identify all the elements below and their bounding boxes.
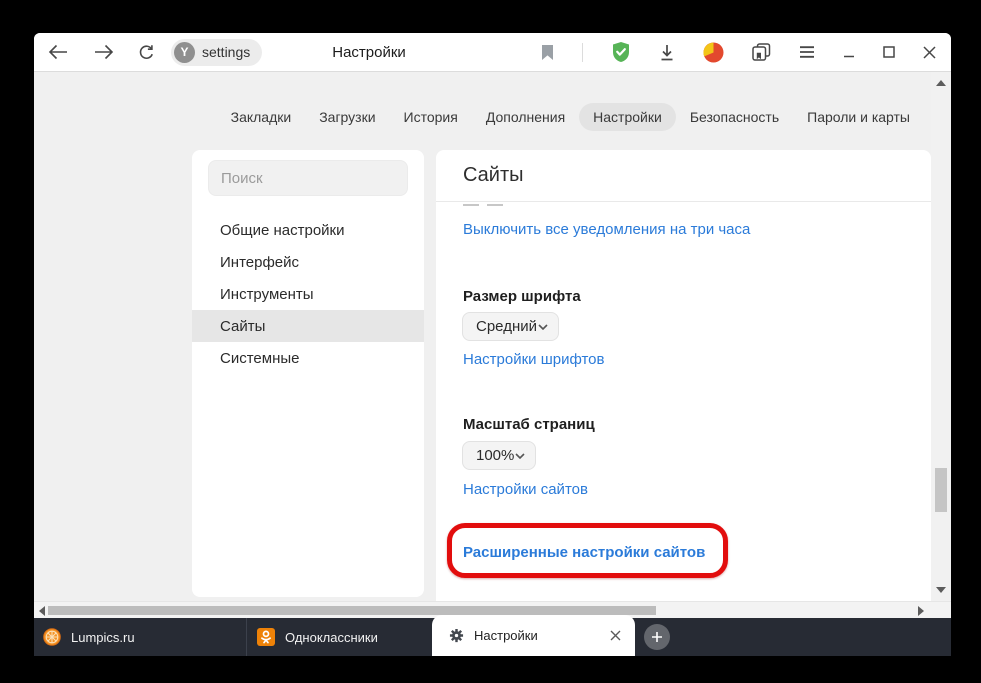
sidebar-item-label: Инструменты bbox=[220, 286, 314, 303]
yandex-logo-icon: Y bbox=[174, 42, 195, 63]
tab-security[interactable]: Безопасность bbox=[676, 103, 793, 131]
protect-shield-icon[interactable] bbox=[611, 41, 631, 63]
sidebar-item-label: Системные bbox=[220, 350, 299, 367]
font-size-label: Размер шрифта bbox=[463, 288, 581, 305]
menu-icon[interactable] bbox=[799, 46, 815, 58]
disable-notifications-link[interactable]: Выключить все уведомления на три часа bbox=[463, 221, 750, 238]
chevron-down-icon bbox=[538, 324, 548, 330]
scroll-left-arrow-icon[interactable] bbox=[39, 606, 45, 616]
tab-downloads[interactable]: Загрузки bbox=[305, 103, 389, 131]
settings-content: Сайты Выключить все уведомления на три ч… bbox=[436, 150, 931, 602]
tab-bookmarks[interactable]: Закладки bbox=[217, 103, 306, 131]
new-tab-button[interactable] bbox=[644, 624, 670, 650]
tab-extensions[interactable]: Дополнения bbox=[472, 103, 579, 131]
sidebar-item-general[interactable]: Общие настройки bbox=[192, 214, 424, 246]
page-zoom-label: Масштаб страниц bbox=[463, 416, 595, 433]
ok-logo-icon bbox=[257, 628, 275, 646]
scroll-up-arrow-icon[interactable] bbox=[936, 80, 946, 86]
sidebar-item-system[interactable]: Системные bbox=[192, 342, 424, 374]
font-settings-link[interactable]: Настройки шрифтов bbox=[463, 351, 605, 368]
tab-label: Настройки bbox=[474, 628, 538, 643]
minimize-button[interactable] bbox=[843, 46, 855, 58]
close-button[interactable] bbox=[923, 46, 936, 59]
tab-close-icon[interactable] bbox=[610, 630, 621, 641]
browser-toolbar: Y settings Настройки bbox=[34, 33, 951, 72]
address-bar[interactable]: Y settings bbox=[171, 39, 262, 66]
vertical-scrollbar[interactable] bbox=[931, 72, 951, 601]
settings-sidebar: Общие настройки Интерфейс Инструменты Са… bbox=[192, 150, 424, 597]
horizontal-scrollbar-thumb[interactable] bbox=[48, 606, 656, 615]
page-zoom-value: 100% bbox=[476, 447, 514, 464]
maximize-button[interactable] bbox=[883, 46, 895, 58]
scroll-down-arrow-icon[interactable] bbox=[936, 587, 946, 593]
tabs-overview-icon[interactable] bbox=[752, 43, 771, 61]
chevron-down-icon bbox=[515, 453, 525, 459]
site-settings-link[interactable]: Настройки сайтов bbox=[463, 481, 588, 498]
scroll-right-arrow-icon[interactable] bbox=[918, 606, 924, 616]
profile-avatar[interactable] bbox=[703, 42, 724, 63]
address-url: settings bbox=[202, 44, 250, 60]
sidebar-item-tools[interactable]: Инструменты bbox=[192, 278, 424, 310]
vertical-scrollbar-thumb[interactable] bbox=[935, 468, 947, 512]
tab-label: Одноклассники bbox=[285, 630, 378, 645]
content-header: Сайты bbox=[436, 150, 931, 202]
advanced-site-settings-link[interactable]: Расширенные настройки сайтов bbox=[463, 544, 705, 561]
clipped-scrolled-content bbox=[463, 204, 523, 207]
downloads-icon[interactable] bbox=[659, 44, 675, 61]
bookmark-icon[interactable] bbox=[541, 44, 554, 61]
browser-window: Y settings Настройки bbox=[34, 33, 951, 656]
toolbar-divider bbox=[582, 43, 583, 62]
tab-history[interactable]: История bbox=[390, 103, 472, 131]
page-zoom-dropdown[interactable]: 100% bbox=[462, 441, 536, 470]
tab-label: Lumpics.ru bbox=[71, 630, 135, 645]
gear-icon bbox=[449, 628, 464, 643]
orange-slice-icon bbox=[43, 628, 61, 646]
settings-nav-tabs: Закладки Загрузки История Дополнения Нас… bbox=[217, 102, 924, 131]
browser-tab-settings-active[interactable]: Настройки bbox=[432, 615, 635, 656]
forward-icon[interactable] bbox=[94, 44, 114, 60]
browser-tab-odnoklassniki[interactable]: Одноклассники bbox=[248, 618, 432, 656]
tab-passwords[interactable]: Пароли и карты bbox=[793, 103, 924, 131]
sidebar-item-label: Сайты bbox=[220, 318, 265, 335]
content-heading: Сайты bbox=[463, 164, 524, 187]
sidebar-item-label: Интерфейс bbox=[220, 254, 299, 271]
font-size-value: Средний bbox=[476, 318, 537, 335]
tab-settings[interactable]: Настройки bbox=[579, 103, 676, 131]
toolbar-right-icons bbox=[541, 41, 951, 63]
page-title: Настройки bbox=[332, 44, 406, 61]
tab-bar: Lumpics.ru Одноклассники bbox=[34, 618, 951, 656]
sidebar-item-label: Общие настройки bbox=[220, 222, 345, 239]
search-input[interactable] bbox=[208, 160, 408, 196]
reload-icon[interactable] bbox=[138, 44, 155, 61]
browser-tab-lumpics[interactable]: Lumpics.ru bbox=[34, 618, 247, 656]
font-size-dropdown[interactable]: Средний bbox=[462, 312, 559, 341]
sidebar-item-sites[interactable]: Сайты bbox=[192, 310, 424, 342]
back-icon[interactable] bbox=[48, 44, 68, 60]
screen: { "toolbar": { "url": "settings", "page_… bbox=[0, 0, 981, 683]
sidebar-item-interface[interactable]: Интерфейс bbox=[192, 246, 424, 278]
